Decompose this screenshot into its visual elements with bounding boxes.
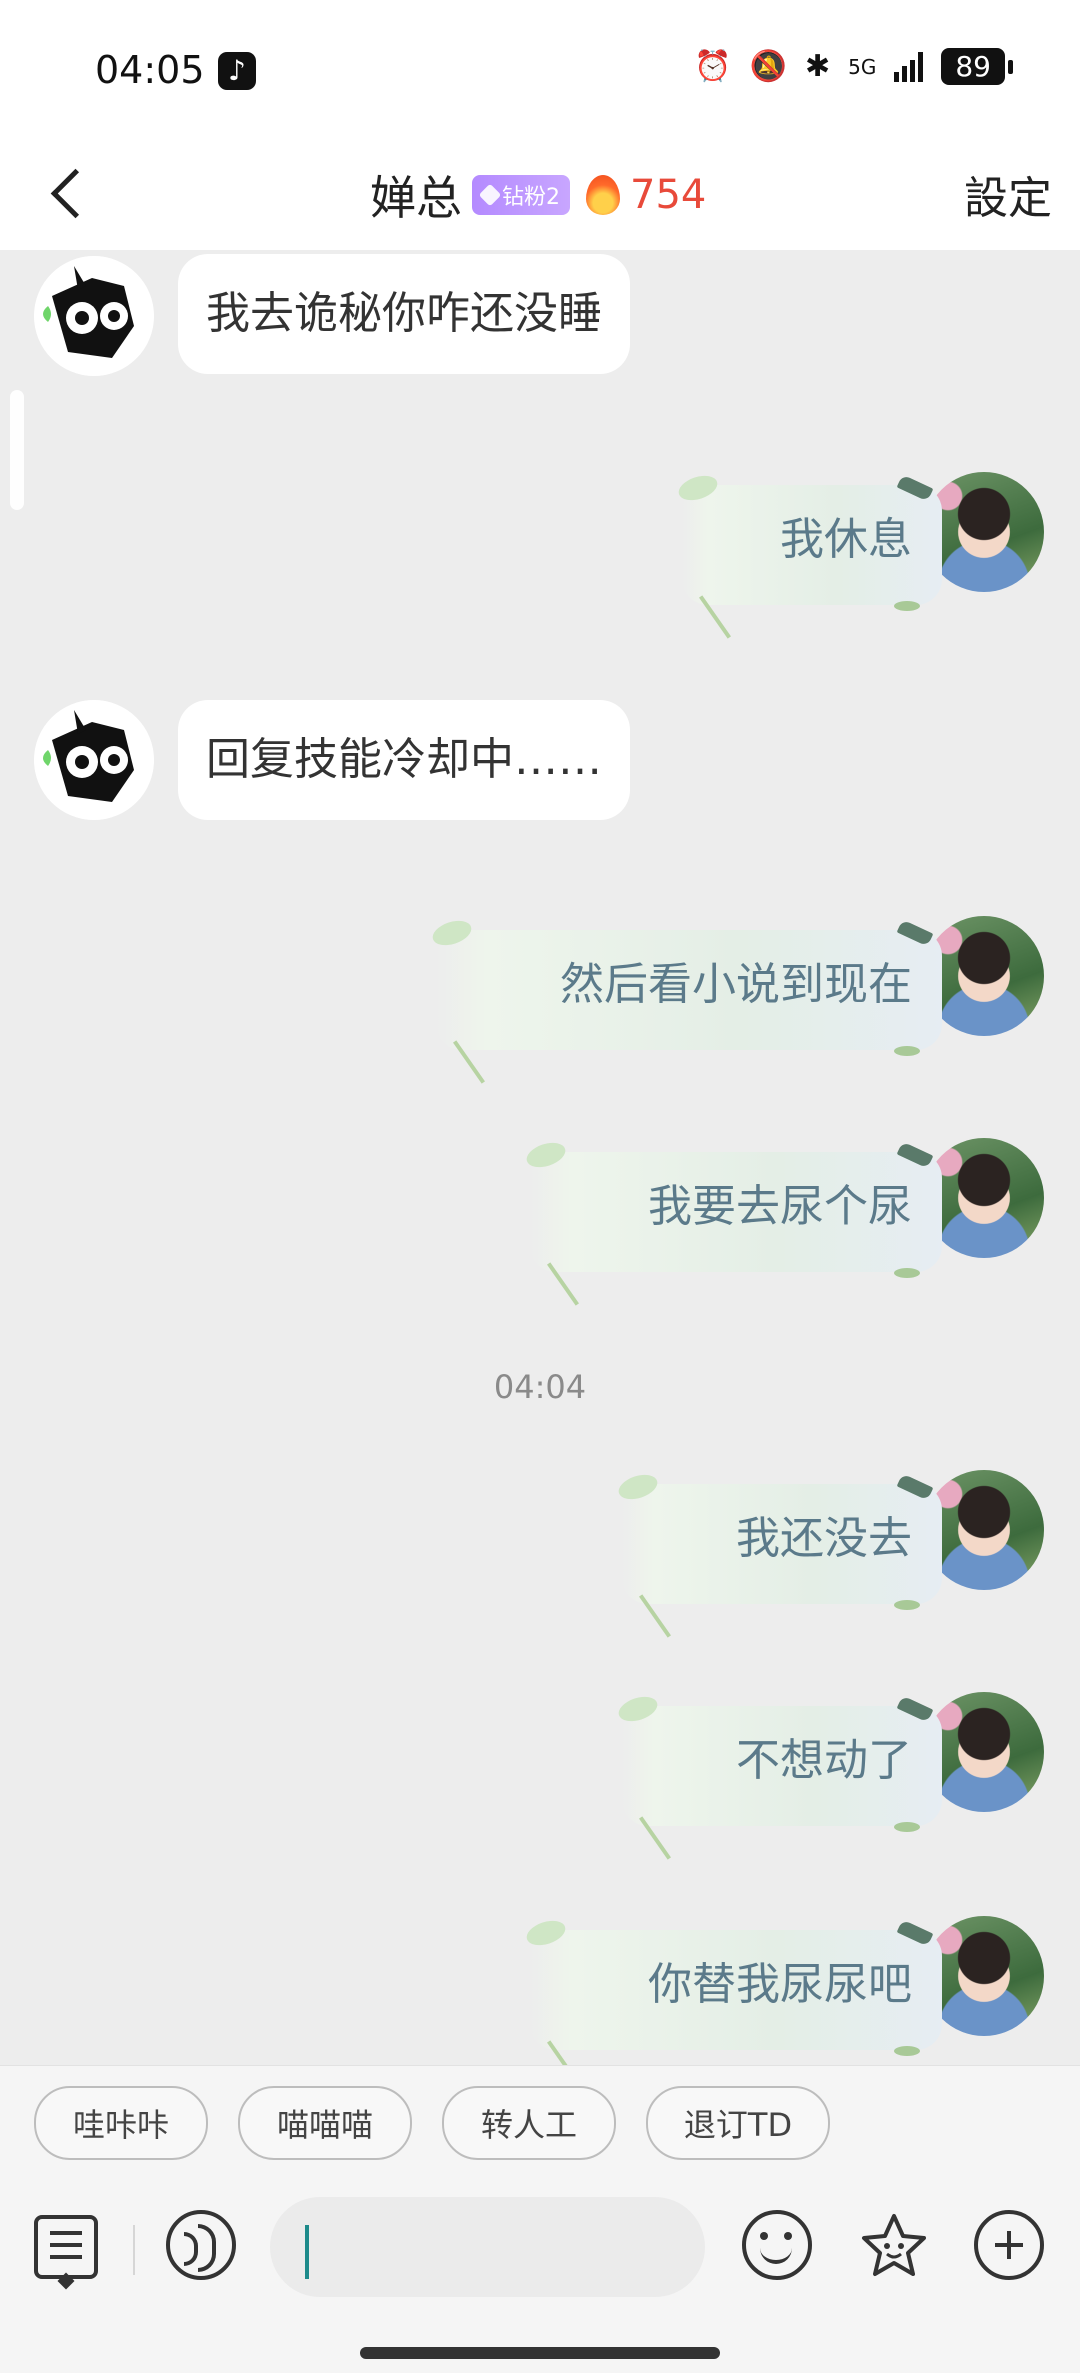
alarm-icon: ⏰ — [694, 49, 732, 84]
plus-icon[interactable] — [974, 2210, 1044, 2280]
title-group: 婵总 钻粉2 754 — [370, 162, 706, 228]
leaf-decoration — [894, 1822, 920, 1832]
user-avatar[interactable] — [924, 1470, 1044, 1590]
message-bubble-incoming[interactable]: 回复技能冷却中…… — [178, 700, 630, 820]
message-bubble-outgoing[interactable]: 你替我尿尿吧 — [530, 1930, 942, 2065]
message-bubble-outgoing[interactable]: 我还没去 — [622, 1484, 942, 1638]
chat-header: 婵总 钻粉2 754 設定 — [0, 140, 1080, 250]
twig-decoration — [639, 1816, 671, 1860]
leaf-decoration — [894, 2046, 920, 2056]
message-text: 我休息 — [780, 514, 912, 565]
message-bubble-outgoing[interactable]: 我休息 — [682, 485, 942, 639]
leaf-decoration — [894, 1600, 920, 1610]
status-icons: ⏰ 🔕 ✱ 5G 89 — [694, 48, 1013, 85]
chat-title: 婵总 — [370, 171, 462, 225]
user-avatar[interactable] — [924, 916, 1044, 1036]
divider — [133, 2225, 135, 2275]
message-bubble-outgoing[interactable]: 不想动了 — [622, 1706, 942, 1860]
quick-reply-chip[interactable]: 退订TD — [646, 2086, 830, 2160]
emoji-icon[interactable] — [742, 2210, 812, 2280]
network-label: 5G — [848, 54, 877, 79]
twig-decoration — [547, 2040, 579, 2065]
message-list-icon[interactable] — [34, 2215, 98, 2279]
battery-icon: 89 — [941, 48, 1013, 85]
user-avatar[interactable] — [924, 472, 1044, 592]
input-bar — [0, 2185, 1080, 2373]
bluetooth-icon: ✱ — [804, 49, 831, 84]
quick-reply-chip[interactable]: 转人工 — [442, 2086, 616, 2160]
voice-icon[interactable] — [166, 2210, 236, 2280]
leaf-decoration — [894, 601, 920, 611]
back-icon[interactable] — [40, 158, 100, 228]
tiktok-icon — [218, 52, 256, 90]
timestamp-divider: 04:04 — [493, 1368, 587, 1406]
message-text: 不想动了 — [736, 1735, 912, 1786]
user-avatar[interactable] — [924, 1916, 1044, 2036]
message-bubble-outgoing[interactable]: 然后看小说到现在 — [436, 930, 942, 1084]
chat-area[interactable]: 我去诡秘你咋还没睡 我休息 回复技能冷却中…… 然后看小说到现在 我要去尿个尿 — [0, 250, 1080, 2065]
text-caret — [305, 2225, 309, 2279]
leaf-decoration — [894, 1268, 920, 1278]
message-text: 然后看小说到现在 — [560, 959, 912, 1010]
quick-reply-chip[interactable]: 喵喵喵 — [238, 2086, 412, 2160]
quick-reply-chip[interactable]: 哇咔咔 — [34, 2086, 208, 2160]
message-text: 我还没去 — [736, 1513, 912, 1564]
mute-bell-icon: 🔕 — [749, 49, 787, 84]
sticker-icon[interactable] — [858, 2210, 930, 2282]
diamond-icon — [478, 183, 502, 207]
badge-label: 钻粉2 — [502, 185, 560, 210]
message-text: 我去诡秘你咋还没睡 — [206, 288, 602, 339]
fan-level-badge: 钻粉2 — [472, 175, 570, 215]
settings-button[interactable]: 設定 — [964, 162, 1052, 226]
quick-reply-bar: 哇咔咔 喵喵喵 转人工 退订TD — [0, 2065, 1080, 2186]
status-time: 04:05 — [95, 48, 205, 92]
streak-count: 754 — [630, 172, 707, 218]
bot-avatar[interactable] — [34, 256, 154, 376]
user-avatar[interactable] — [924, 1138, 1044, 1258]
message-bubble-outgoing[interactable]: 我要去尿个尿 — [530, 1152, 942, 1306]
flame-icon — [586, 175, 620, 215]
message-text: 回复技能冷却中…… — [206, 734, 602, 785]
twig-decoration — [639, 1594, 671, 1638]
signal-icon — [894, 51, 924, 82]
twig-decoration — [547, 1262, 579, 1306]
scroll-indicator — [10, 390, 24, 510]
leaf-decoration — [894, 1046, 920, 1056]
bot-avatar[interactable] — [34, 700, 154, 820]
message-bubble-incoming[interactable]: 我去诡秘你咋还没睡 — [178, 254, 630, 374]
home-indicator[interactable] — [360, 2347, 720, 2359]
user-avatar[interactable] — [924, 1692, 1044, 1812]
message-input[interactable] — [270, 2197, 705, 2297]
status-bar: 04:05 ⏰ 🔕 ✱ 5G 89 — [0, 0, 1080, 140]
message-text: 我要去尿个尿 — [648, 1181, 912, 1232]
message-text: 你替我尿尿吧 — [648, 1959, 912, 2010]
twig-decoration — [699, 595, 731, 639]
twig-decoration — [453, 1040, 485, 1084]
